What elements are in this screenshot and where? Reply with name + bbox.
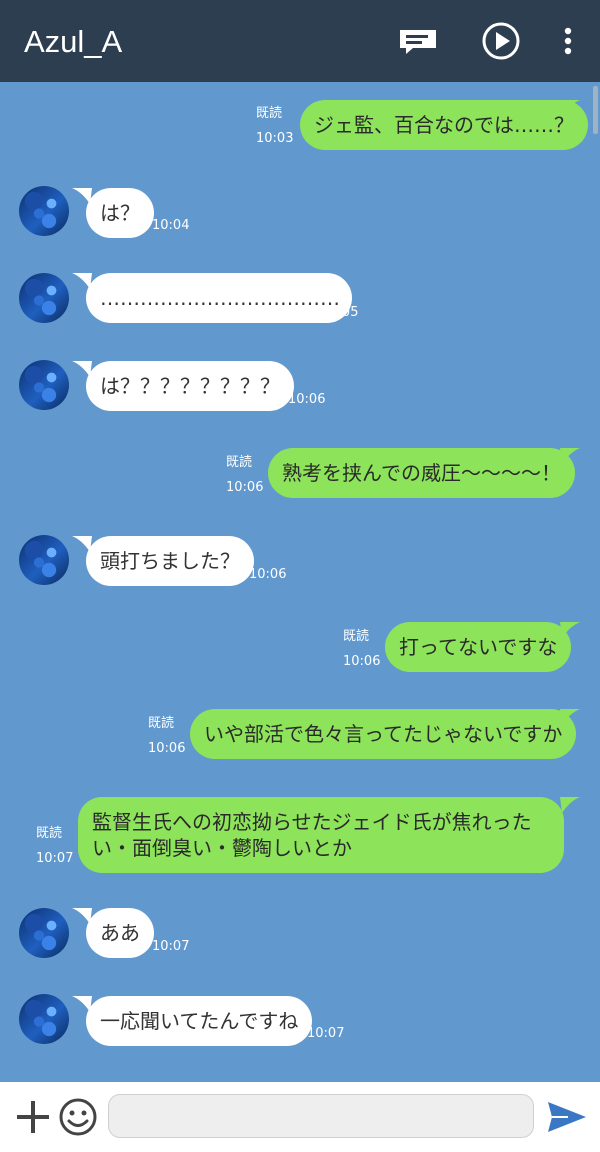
chat-title: Azul_A xyxy=(24,24,123,59)
message-input[interactable] xyxy=(108,1094,534,1138)
send-icon[interactable] xyxy=(546,1100,588,1134)
bubble-tail xyxy=(72,188,92,204)
plus-icon[interactable] xyxy=(16,1100,50,1134)
bubble-tail xyxy=(560,100,580,116)
avatar[interactable] xyxy=(19,994,69,1044)
avatar[interactable] xyxy=(19,186,69,236)
message-time: 10:07 xyxy=(152,939,190,954)
read-receipt: 既読 xyxy=(148,716,175,731)
bubble-tail xyxy=(72,273,92,289)
message-bubble-outgoing[interactable]: いや部活で色々言ってたじゃないですか xyxy=(190,709,577,759)
message-row: 頭打ちました？ 10:06 xyxy=(0,535,600,589)
bubble-tail xyxy=(560,622,580,638)
message-time: 10:07 xyxy=(36,851,74,866)
bubble-tail xyxy=(560,709,580,725)
input-bar xyxy=(0,1082,600,1152)
bubble-tail xyxy=(560,448,580,464)
message-row: ……………………………… 10:05 xyxy=(0,273,600,327)
message-time: 10:06 xyxy=(343,654,381,669)
message-row: は？？？？？？？？ 10:06 xyxy=(0,360,600,414)
message-row: 既読 10:07 監督生氏への初恋拗らせたジェイド氏が焦れったい・面倒臭い・鬱陶… xyxy=(0,796,600,876)
read-receipt: 既読 xyxy=(36,826,63,841)
message-time: 10:03 xyxy=(256,131,294,146)
message-time: 10:07 xyxy=(307,1026,345,1041)
message-bubble-outgoing[interactable]: 打ってないですな xyxy=(385,622,572,672)
bubble-tail xyxy=(560,797,580,813)
message-time: 10:06 xyxy=(226,480,264,495)
avatar[interactable] xyxy=(19,535,69,585)
message-time: 10:06 xyxy=(148,741,186,756)
message-row: 既読 10:06 いや部活で色々言ってたじゃないですか xyxy=(0,709,600,763)
message-bubble-outgoing[interactable]: 熟考を挟んでの威圧〜〜〜〜！ xyxy=(268,448,575,498)
bubble-tail xyxy=(72,536,92,552)
emoji-icon[interactable] xyxy=(58,1097,98,1137)
read-receipt: 既読 xyxy=(343,629,370,644)
message-row: 一応聞いてたんですね 10:07 xyxy=(0,994,600,1048)
message-bubble-incoming[interactable]: 一応聞いてたんですね xyxy=(86,996,313,1046)
play-icon[interactable] xyxy=(480,20,522,62)
message-bubble-incoming[interactable]: は？？？？？？？？ xyxy=(86,361,294,411)
message-bubble-incoming[interactable]: 頭打ちました？ xyxy=(86,536,254,586)
message-time: 10:04 xyxy=(152,218,190,233)
message-time: 10:06 xyxy=(249,567,287,582)
bubble-tail xyxy=(72,361,92,377)
chat-header: Azul_A xyxy=(0,0,600,82)
message-row: 既読 10:06 打ってないですな xyxy=(0,622,600,676)
message-time: 10:05 xyxy=(321,305,359,320)
message-time: 10:06 xyxy=(288,392,326,407)
read-receipt: 既読 xyxy=(256,106,283,121)
avatar[interactable] xyxy=(19,360,69,410)
message-bubble-incoming[interactable]: ……………………………… xyxy=(86,273,352,323)
avatar[interactable] xyxy=(19,908,69,958)
message-bubble-incoming[interactable]: ああ xyxy=(86,908,154,958)
message-row: 既読 10:03 ジェ監、百合なのでは……？ xyxy=(0,98,600,152)
message-row: は？ 10:04 xyxy=(0,186,600,240)
message-row: 既読 10:06 熟考を挟んでの威圧〜〜〜〜！ xyxy=(0,448,600,502)
bubble-tail xyxy=(72,908,92,924)
more-vert-icon[interactable] xyxy=(548,20,588,62)
read-receipt: 既読 xyxy=(226,455,253,470)
message-bubble-incoming[interactable]: は？ xyxy=(86,188,154,238)
note-icon[interactable] xyxy=(397,20,439,62)
avatar[interactable] xyxy=(19,273,69,323)
message-bubble-outgoing[interactable]: 監督生氏への初恋拗らせたジェイド氏が焦れったい・面倒臭い・鬱陶しいとか xyxy=(78,797,564,873)
message-row: ああ 10:07 xyxy=(0,908,600,962)
message-bubble-outgoing[interactable]: ジェ監、百合なのでは……？ xyxy=(300,100,588,150)
bubble-tail xyxy=(72,996,92,1012)
